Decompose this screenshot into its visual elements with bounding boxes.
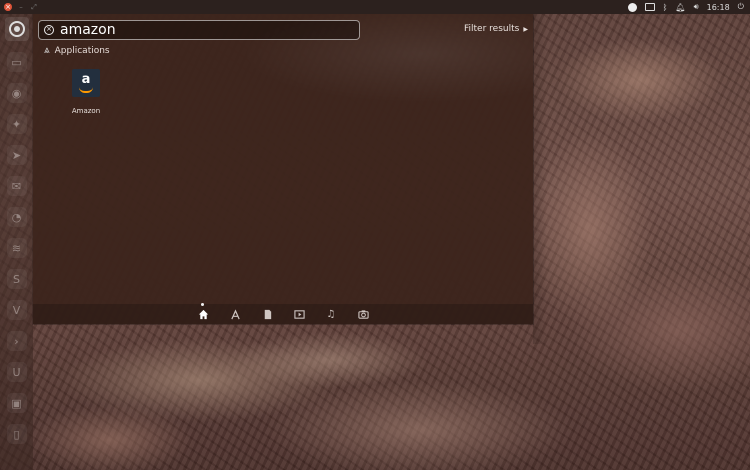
result-item-amazon[interactable]: a Amazon <box>70 69 102 115</box>
filter-results-button[interactable]: Filter results ▶ <box>464 24 528 34</box>
spotify-launcher-icon[interactable]: ≋ <box>6 238 27 258</box>
applications-lens-icon[interactable] <box>228 307 242 321</box>
minimize-icon[interactable]: – <box>17 3 25 11</box>
rss-launcher-icon[interactable]: ◔ <box>6 207 27 227</box>
clear-search-icon[interactable]: × <box>44 25 54 35</box>
dash-home-button[interactable] <box>4 17 29 41</box>
photos-lens-icon[interactable] <box>356 307 370 321</box>
triangle-right-icon: ▶ <box>523 26 528 33</box>
clock[interactable]: 16:18 <box>707 3 730 12</box>
result-label: Amazon <box>71 107 101 115</box>
dash-overlay: × Filter results▶ ⩓ Applications a Amazo… <box>33 14 533 324</box>
ubuntu-logo-icon <box>8 21 25 37</box>
chat-launcher-icon[interactable]: ◉ <box>6 83 27 103</box>
close-icon[interactable]: × <box>4 3 12 11</box>
applications-category-icon: ⩓ <box>44 45 50 56</box>
trash-launcher-icon[interactable]: ▯ <box>6 424 27 444</box>
video-lens-icon[interactable] <box>292 307 306 321</box>
user-status-icon[interactable] <box>627 2 637 12</box>
home-lens-icon[interactable] <box>196 303 210 321</box>
category-label: Applications <box>54 45 110 56</box>
amazon-icon: a <box>72 69 100 97</box>
filter-results-label: Filter results <box>464 24 520 34</box>
category-header[interactable]: ⩓ Applications <box>44 45 110 56</box>
notification-icon[interactable]: 🔔︎ <box>675 3 685 12</box>
background-window-edge <box>533 14 547 344</box>
software-center-launcher-icon[interactable]: U <box>6 362 27 382</box>
telegram-launcher-icon[interactable]: ➤ <box>6 145 27 165</box>
mail-launcher-icon[interactable]: ✉ <box>6 176 27 196</box>
files-lens-icon[interactable] <box>260 307 274 321</box>
search-input[interactable] <box>54 21 350 39</box>
terminal-launcher-icon[interactable]: › <box>6 331 27 351</box>
indicator-area: ᛒ 🔔︎ 🔊︎ 16:18 ⏻ <box>627 2 750 12</box>
twitter-launcher-icon[interactable]: ✦ <box>6 114 27 134</box>
workspace-launcher-icon[interactable]: ▣ <box>6 393 27 413</box>
window-controls: × – ⤢ <box>0 3 38 11</box>
skype-launcher-icon[interactable]: S <box>6 269 27 289</box>
power-icon[interactable]: ⏻ <box>738 2 744 12</box>
maximize-icon[interactable]: ⤢ <box>30 3 38 11</box>
keyboard-indicator-icon[interactable] <box>644 3 655 11</box>
bluetooth-icon[interactable]: ᛒ <box>663 3 668 12</box>
vivaldi-launcher-icon[interactable]: V <box>6 300 27 320</box>
lens-bar: ♫ <box>33 303 533 324</box>
files-launcher-icon[interactable]: ▭ <box>6 52 27 72</box>
top-panel: × – ⤢ ᛒ 🔔︎ 🔊︎ 16:18 ⏻ <box>0 0 750 14</box>
launcher: ▭ ◉ ✦ ➤ ✉ ◔ ≋ S V › U ▣ ▯ <box>0 14 33 470</box>
search-box[interactable]: × <box>38 20 360 40</box>
music-lens-icon[interactable]: ♫ <box>324 307 338 321</box>
volume-icon[interactable]: 🔊︎ <box>694 2 699 12</box>
